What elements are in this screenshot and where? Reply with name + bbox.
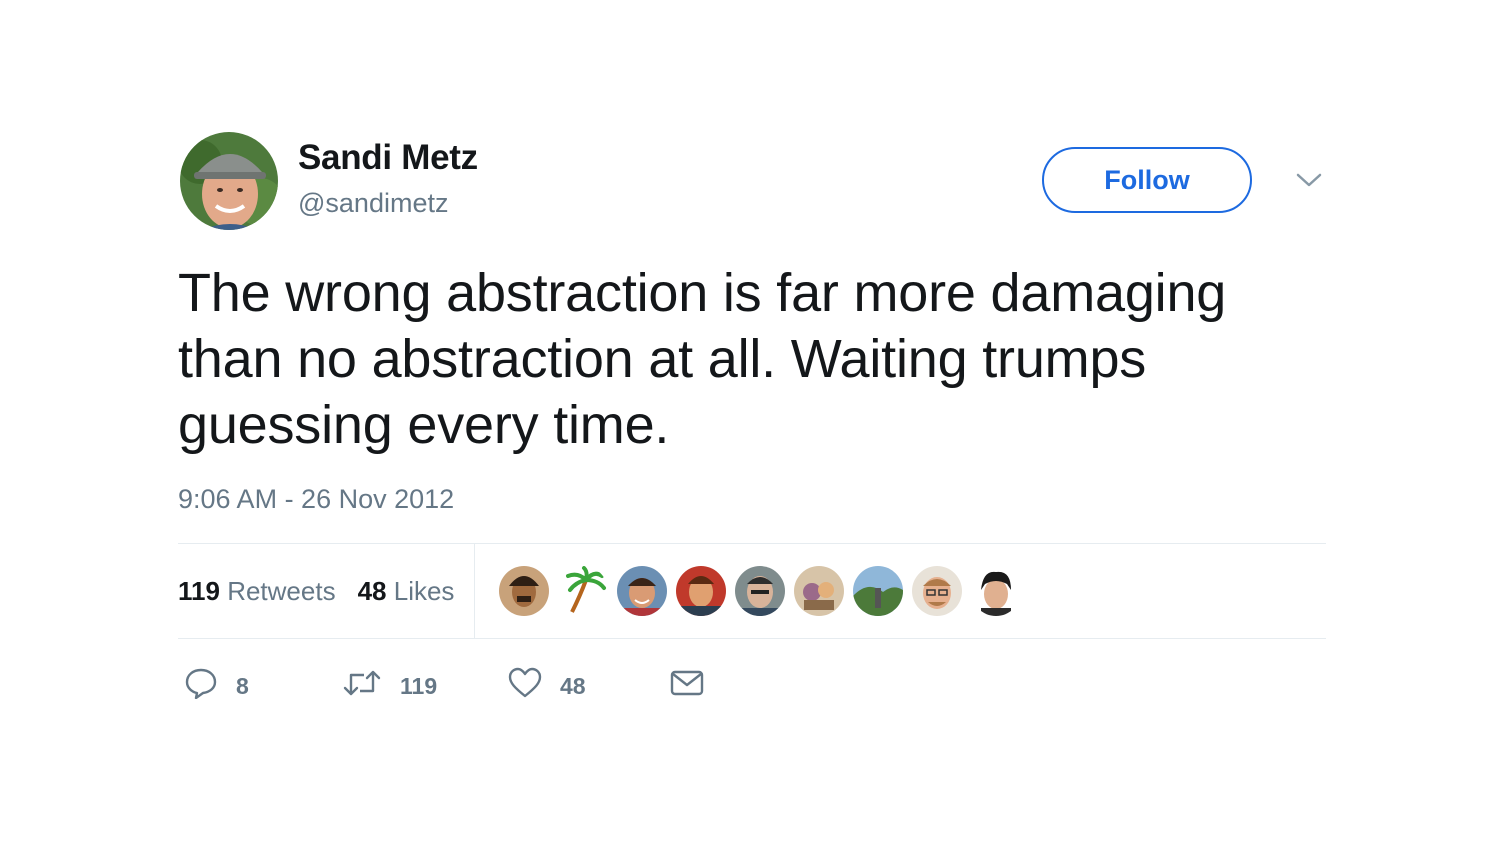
likes-label: Likes xyxy=(393,575,455,606)
retweet-button[interactable]: 119 xyxy=(342,668,442,704)
envelope-icon xyxy=(670,669,722,703)
liker-avatar-4[interactable] xyxy=(676,566,727,616)
retweet-count: 119 xyxy=(400,672,438,699)
reply-icon xyxy=(184,667,236,705)
user-avatar[interactable] xyxy=(180,132,278,230)
liker-avatar-7[interactable] xyxy=(853,566,904,616)
direct-message-button[interactable] xyxy=(670,669,722,703)
retweets-stat[interactable]: 119 Retweets xyxy=(178,576,336,607)
liker-avatar-1[interactable] xyxy=(499,566,550,616)
chevron-down-icon[interactable] xyxy=(1294,170,1324,190)
liker-avatar-8[interactable] xyxy=(912,566,963,616)
palm-tree-avatar[interactable] xyxy=(558,566,609,616)
likes-count: 48 xyxy=(357,575,387,606)
likes-stat[interactable]: 48 Likes xyxy=(358,576,455,607)
follow-button[interactable]: Follow xyxy=(1042,147,1252,213)
tweet-text: The wrong abstraction is far more damagi… xyxy=(178,263,1227,455)
tweet-timestamp[interactable]: 9:06 AM - 26 Nov 2012 xyxy=(178,484,1326,515)
tweet-stats: 119 Retweets 48 Likes xyxy=(178,543,1326,639)
retweet-icon xyxy=(342,668,400,704)
like-button[interactable]: 48 xyxy=(508,667,606,705)
likers-list xyxy=(475,566,1030,616)
tweet-actions: 8 119 48 xyxy=(178,667,1326,705)
retweets-count: 119 xyxy=(178,575,220,606)
tweet-header: Sandi Metz @sandimetz Follow xyxy=(178,130,1326,230)
retweets-label: Retweets xyxy=(227,575,336,606)
tweet-card: Sandi Metz @sandimetz Follow The wrong a… xyxy=(178,130,1326,705)
liker-avatar-5[interactable] xyxy=(735,566,786,616)
liker-avatar-3[interactable] xyxy=(617,566,668,616)
like-count: 48 xyxy=(560,672,586,699)
reply-count: 8 xyxy=(236,672,249,699)
user-display-name[interactable]: Sandi Metz xyxy=(298,138,478,178)
liker-avatar-6[interactable] xyxy=(794,566,845,616)
heart-icon xyxy=(508,667,560,705)
liker-avatar-9[interactable] xyxy=(971,566,1022,616)
reply-button[interactable]: 8 xyxy=(184,667,286,705)
stat-counts: 119 Retweets 48 Likes xyxy=(178,544,476,638)
user-handle[interactable]: @sandimetz xyxy=(298,188,448,219)
